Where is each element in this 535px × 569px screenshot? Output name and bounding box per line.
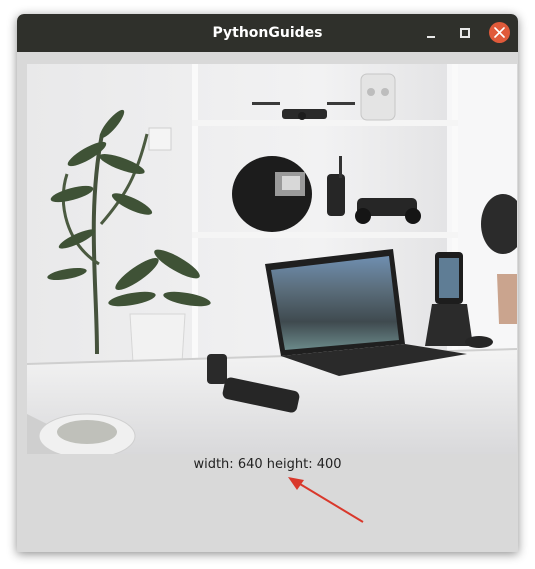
annotation-arrow [288, 477, 364, 523]
